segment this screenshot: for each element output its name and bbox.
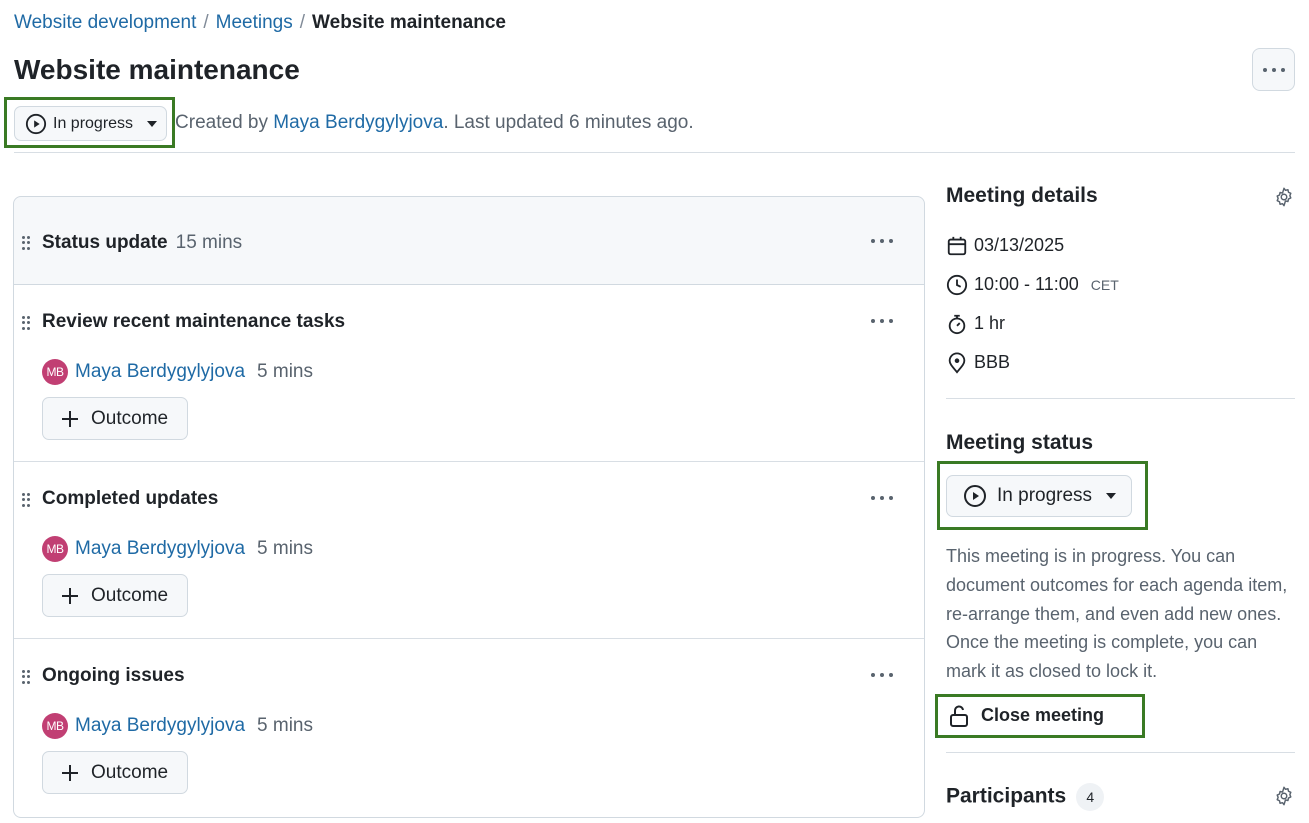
gear-icon[interactable] [1273, 785, 1295, 807]
meta-suffix: . Last updated 6 minutes ago. [443, 111, 694, 133]
meta-text: Created by Maya Berdygylyjova. Last upda… [175, 112, 694, 134]
meeting-details-list: 03/13/2025 10:00 - 11:00 CET 1 hr BBB [946, 226, 1295, 382]
play-circle-icon [964, 485, 986, 507]
meeting-date: 03/13/2025 [974, 235, 1065, 255]
unlock-icon [950, 705, 968, 727]
presenter-link[interactable]: Maya Berdygylyjova [75, 715, 245, 737]
detail-date: 03/13/2025 [946, 226, 1295, 265]
section-duration: 15 mins [175, 232, 243, 253]
status-highlight-box: In progress [937, 461, 1149, 530]
participants-header: Participants 4 [946, 782, 1295, 811]
sidebar-divider [946, 398, 1295, 399]
drag-handle-icon[interactable] [22, 670, 30, 684]
add-outcome-label: Outcome [91, 584, 169, 606]
agenda-list: Status update 15 mins Review recent maint… [13, 196, 925, 818]
meta-prefix: Created by [175, 111, 274, 133]
agenda-items: Review recent maintenance tasks MB Maya … [13, 285, 925, 818]
presenter-link[interactable]: Maya Berdygylyjova [75, 361, 245, 383]
meeting-location: BBB [974, 352, 1011, 372]
caret-down-icon [147, 120, 158, 127]
location-pin-icon [948, 352, 966, 374]
meeting-details-header: Meeting details [946, 180, 1295, 218]
detail-time: 10:00 - 11:00 CET [946, 265, 1295, 304]
close-meeting-label: Close meeting [981, 705, 1105, 726]
detail-duration: 1 hr [946, 304, 1295, 343]
drag-handle-icon[interactable] [22, 236, 30, 250]
play-circle-icon [25, 113, 47, 134]
page-more-actions-button[interactable] [1252, 48, 1295, 91]
avatar: MB [42, 359, 68, 385]
agenda-item: Review recent maintenance tasks MB Maya … [14, 285, 924, 462]
add-outcome-label: Outcome [91, 407, 169, 429]
agenda-item-more-button[interactable] [871, 319, 893, 323]
meeting-duration: 1 hr [974, 313, 1006, 333]
agenda-item-duration: 5 mins [257, 361, 313, 382]
agenda-item-duration: 5 mins [257, 715, 313, 736]
status-highlight-box: In progress [4, 97, 176, 148]
add-outcome-button[interactable]: Outcome [42, 397, 188, 440]
status-label: In progress [53, 114, 134, 132]
plus-icon [62, 587, 78, 604]
detail-location: BBB [946, 343, 1295, 382]
plus-icon [62, 764, 78, 781]
agenda-item: Completed updates MB Maya Berdygylyjova … [14, 462, 924, 639]
add-outcome-label: Outcome [91, 761, 169, 783]
section-more-button[interactable] [871, 239, 893, 243]
status-row: In progress Created by Maya Berdygylyjov… [4, 97, 694, 148]
agenda-section-header: Status update 15 mins [13, 196, 925, 285]
avatar: MB [42, 713, 68, 739]
agenda-item-title: Completed updates [42, 488, 219, 509]
section-title-text: Status update [42, 232, 168, 253]
drag-handle-icon[interactable] [22, 493, 30, 507]
close-meeting-button[interactable]: Close meeting [935, 693, 1146, 738]
meeting-status-description: This meeting is in progress. You can doc… [946, 546, 1288, 682]
plus-icon [62, 410, 78, 427]
add-outcome-button[interactable]: Outcome [42, 574, 188, 617]
stopwatch-icon [948, 314, 966, 334]
author-link[interactable]: Maya Berdygylyjova [273, 112, 443, 133]
breadcrumb-separator: / [299, 12, 306, 33]
presenter-link[interactable]: Maya Berdygylyjova [75, 538, 245, 560]
meeting-status-dropdown[interactable]: In progress [946, 475, 1133, 517]
status-dropdown-button[interactable]: In progress [14, 106, 168, 141]
avatar: MB [42, 536, 68, 562]
meeting-time: 10:00 - 11:00 [974, 274, 1079, 294]
meeting-status-label: In progress [997, 485, 1093, 506]
presenter: MB Maya Berdygylyjova 5 mins [42, 536, 313, 562]
header-divider [14, 152, 1295, 153]
breadcrumb-separator: / [203, 12, 209, 33]
caret-down-icon [1106, 493, 1117, 499]
meeting-status-heading: Meeting status [946, 431, 1094, 454]
agenda-item-more-button[interactable] [871, 673, 893, 677]
agenda-item-duration: 5 mins [257, 538, 313, 559]
add-outcome-button[interactable]: Outcome [42, 751, 188, 794]
agenda-item-title: Review recent maintenance tasks [42, 311, 346, 332]
breadcrumb: Website development / Meetings / Website… [14, 12, 506, 34]
agenda-item-title: Ongoing issues [42, 665, 185, 686]
breadcrumb-current: Website maintenance [312, 12, 506, 33]
drag-handle-icon[interactable] [22, 316, 30, 330]
agenda-item-more-button[interactable] [871, 496, 893, 500]
meeting-sidebar: Meeting details 03/13/2025 10:00 - 11:00… [935, 180, 1295, 811]
calendar-icon [947, 236, 967, 255]
presenter: MB Maya Berdygylyjova 5 mins [42, 359, 313, 385]
participants-heading-text: Participants [946, 784, 1067, 808]
participants-count-badge: 4 [1076, 782, 1105, 811]
section-title: Status update 15 mins [42, 232, 242, 254]
sidebar-divider [946, 751, 1295, 753]
meeting-details-heading: Meeting details [946, 184, 1098, 207]
presenter: MB Maya Berdygylyjova 5 mins [42, 713, 313, 739]
clock-icon [946, 274, 968, 295]
page-title: Website maintenance [14, 54, 300, 85]
breadcrumb-link-meetings[interactable]: Meetings [216, 12, 293, 34]
participants-heading: Participants 4 [946, 782, 1105, 811]
breadcrumb-link-project[interactable]: Website development [14, 12, 196, 34]
agenda-item: Ongoing issues MB Maya Berdygylyjova 5 m… [14, 639, 924, 817]
meeting-timezone: CET [1090, 276, 1119, 293]
more-horizontal-icon [1262, 67, 1285, 72]
gear-icon[interactable] [1273, 186, 1295, 208]
